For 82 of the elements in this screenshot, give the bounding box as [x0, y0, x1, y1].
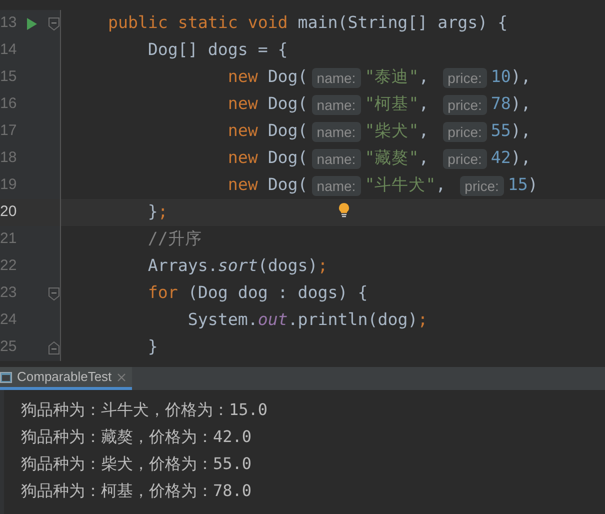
line-number: 16	[0, 94, 16, 114]
code-text: ,	[418, 93, 430, 116]
code-text: ,	[418, 66, 430, 88]
code-text: Arrays.	[146, 255, 218, 278]
line-number: 14	[0, 40, 16, 60]
code-text: ),	[510, 120, 531, 142]
string-literal: "柯基"	[364, 93, 419, 116]
parameter-hint: name:	[312, 148, 361, 168]
comment: //升序	[146, 228, 202, 250]
code-text: ),	[510, 93, 531, 116]
code-text: Dog(	[268, 93, 308, 116]
parameter-hint: name:	[312, 94, 361, 114]
code-text: Dog(	[268, 66, 308, 88]
code-text: ,	[418, 147, 430, 170]
code-text: }	[146, 336, 158, 358]
lightbulb-icon[interactable]	[338, 202, 350, 218]
console-icon	[0, 372, 12, 382]
fold-icon[interactable]	[48, 286, 60, 300]
fold-icon[interactable]	[48, 16, 60, 30]
line-number: 21	[0, 229, 16, 250]
close-icon[interactable]	[116, 372, 126, 382]
number-literal: 15	[508, 174, 528, 196]
code-text: .println(dog)	[288, 309, 418, 332]
line-number: 22	[0, 256, 16, 276]
parameter-hint: price:	[442, 122, 487, 142]
code-text: (dogs)	[258, 255, 318, 278]
fold-icon[interactable]	[48, 340, 60, 354]
keyword: new	[226, 66, 259, 88]
code-text: }	[146, 201, 158, 224]
line-number: 15	[0, 67, 16, 88]
run-icon[interactable]	[26, 16, 38, 30]
static-field: out	[258, 308, 288, 333]
method-name: sort	[218, 255, 258, 278]
number-literal: 10	[490, 66, 511, 88]
parameter-hint: price:	[442, 94, 487, 114]
line-number: 20	[0, 202, 16, 222]
code-text: Dog(	[268, 147, 308, 170]
parameter-hint: price:	[460, 176, 504, 196]
line-number: 17	[0, 121, 16, 142]
code-text: Dog(	[268, 120, 308, 142]
parameter-hint: price:	[442, 148, 487, 168]
keyword: ;	[418, 309, 428, 332]
code-text: ),	[510, 147, 531, 170]
keyword: public static void	[106, 12, 289, 34]
parameter-hint: name:	[312, 176, 361, 196]
code-text: (Dog dog : dogs) {	[188, 282, 368, 304]
code-text: main(String[] args) {	[298, 12, 508, 34]
number-literal: 55	[490, 120, 511, 142]
keyword: new	[226, 120, 259, 142]
code-text: ),	[510, 66, 531, 88]
line-number: 13	[0, 13, 16, 34]
number-literal: 78	[490, 93, 511, 116]
code-text: System.	[186, 309, 258, 332]
console-output: 狗品种为：斗牛犬，价格为：15.0	[21, 398, 268, 420]
console-output: 狗品种为：藏獒，价格为：42.0	[21, 426, 252, 448]
line-number: 25	[0, 337, 16, 358]
line-number: 18	[0, 148, 16, 168]
keyword: ;	[158, 201, 168, 224]
string-literal: "泰迪"	[364, 66, 419, 88]
number-literal: 42	[490, 147, 511, 170]
keyword: ;	[318, 255, 328, 278]
code-text: )	[528, 174, 538, 196]
keyword: new	[226, 174, 259, 196]
parameter-hint: price:	[442, 68, 487, 88]
console-output: 狗品种为：柯基，价格为：78.0	[21, 480, 252, 502]
code-text: Dog[] dogs = {	[146, 39, 288, 62]
parameter-hint: name:	[312, 68, 361, 88]
string-literal: "藏獒"	[364, 147, 419, 170]
keyword: new	[226, 93, 259, 116]
console-output: 狗品种为：柴犬，价格为：55.0	[21, 452, 252, 474]
run-tab[interactable]: ComparableTest	[0, 367, 132, 390]
string-literal: "斗牛犬"	[364, 174, 436, 196]
code-text: Dog(	[268, 174, 308, 196]
parameter-hint: name:	[312, 122, 361, 142]
line-number: 24	[0, 310, 16, 330]
string-literal: "柴犬"	[364, 120, 419, 142]
keyword: new	[226, 147, 259, 170]
code-text: ,	[436, 174, 447, 196]
keyword: for	[146, 282, 179, 304]
line-number: 19	[0, 175, 16, 196]
code-text: ,	[418, 120, 430, 142]
line-number: 23	[0, 283, 16, 304]
